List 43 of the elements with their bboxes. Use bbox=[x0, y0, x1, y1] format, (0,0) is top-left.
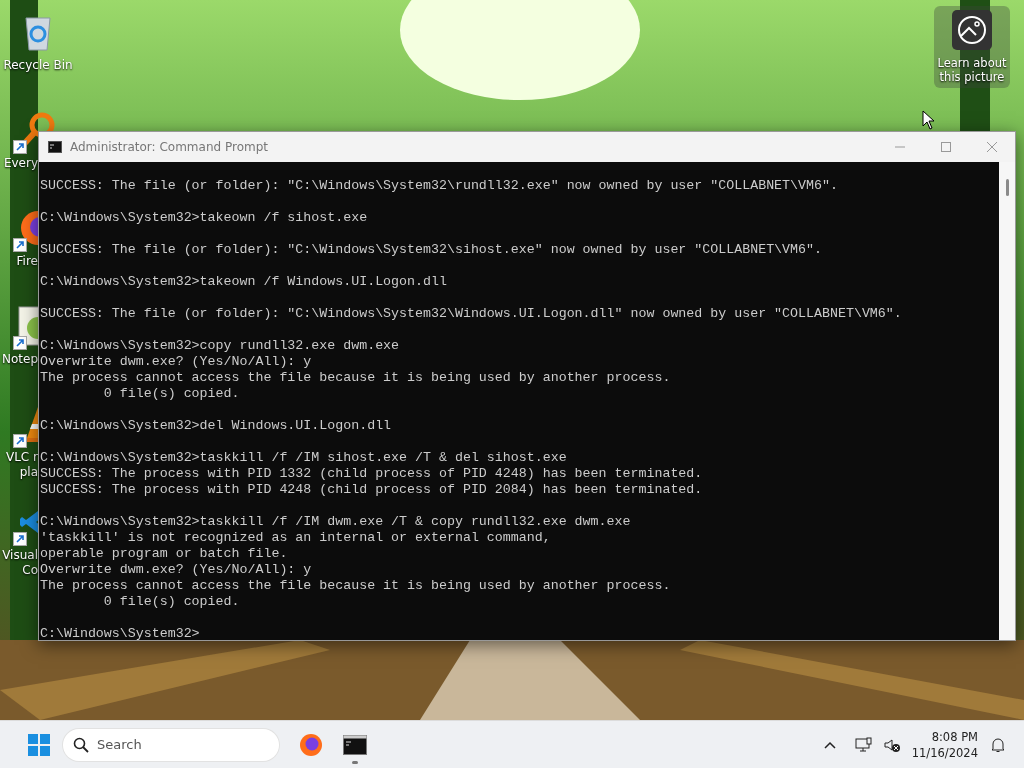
console-line: Overwrite dwm.exe? (Yes/No/All): y bbox=[40, 562, 312, 578]
terminal-icon bbox=[343, 734, 367, 755]
close-icon bbox=[987, 142, 997, 152]
console-line: operable program or batch file. bbox=[40, 546, 288, 562]
icon-label[interactable]: Fire bbox=[0, 254, 38, 269]
console-line: C:\Windows\System32>taskkill /f /IM sihost.exe /T & del sihost.exe bbox=[40, 450, 567, 466]
console-line: SUCCESS: The file (or folder): "C:\Windows\System32\sihost.exe" now owned by user "COLLABNET\VM6". bbox=[40, 242, 822, 258]
fox-globe-icon bbox=[299, 732, 323, 757]
scrollbar-thumb[interactable] bbox=[1006, 179, 1009, 196]
icon-label[interactable]: Every bbox=[0, 156, 38, 171]
console-line: 0 file(s) copied. bbox=[102, 386, 240, 402]
console-line: The process cannot access the file because it is being used by another process. bbox=[40, 370, 671, 386]
console-line: C:\Windows\System32>copy rundll32.exe dwm.exe bbox=[40, 338, 400, 354]
console-line: SUCCESS: The process with PID 4248 (child process of PID 2084) has been terminated. bbox=[40, 482, 703, 498]
console-line: C:\Windows\System32> bbox=[40, 626, 200, 640]
console-line: C:\Windows\System32>del Windows.UI.Logon.dll bbox=[40, 418, 392, 434]
scrollbar[interactable] bbox=[999, 162, 1015, 640]
monitor-icon bbox=[854, 736, 873, 753]
windows-logo-icon bbox=[28, 733, 50, 756]
console-line: C:\Windows\System32>takeown /f Windows.UI.Logon.dll bbox=[40, 274, 447, 290]
console-line: Overwrite dwm.exe? (Yes/No/All): y bbox=[40, 354, 312, 370]
console-line: 0 file(s) copied. bbox=[102, 594, 240, 610]
icon-label[interactable]: Visual Co bbox=[0, 548, 38, 578]
icon-label[interactable]: Notep bbox=[0, 352, 38, 367]
search-field[interactable]: Search bbox=[63, 728, 279, 761]
console-line: 'taskkill' is not recognized as an internal or external command, bbox=[40, 530, 551, 546]
learn-about-picture-button[interactable]: Learn about this picture bbox=[934, 6, 1010, 88]
console-line: C:\Windows\System32>takeown /f sihost.exe bbox=[40, 210, 368, 226]
console-line: SUCCESS: The process with PID 1332 (child process of PID 4248) has been terminated. bbox=[40, 466, 703, 482]
window-title: Administrator: Command Prompt bbox=[70, 140, 269, 154]
search-icon bbox=[73, 736, 89, 753]
terminal-icon bbox=[48, 141, 62, 153]
clock[interactable]: 8:08 PM 11/16/2024 bbox=[905, 728, 984, 761]
console-line: The process cannot access the file because it is being used by another process. bbox=[40, 578, 671, 594]
icon-label[interactable]: VLC r pla bbox=[0, 450, 38, 480]
console-line: SUCCESS: The file (or folder): "C:\Windows\System32\Windows.UI.Logon.dll" now owned by user "COLLABNET\VM6". bbox=[40, 306, 902, 322]
speaker-muted-icon bbox=[882, 736, 901, 753]
maximize-icon bbox=[941, 142, 951, 152]
console-line: SUCCESS: The file (or folder): "C:\Windows\System32\rundll32.exe" now owned by user "COLLABNET\VM6". bbox=[40, 178, 838, 194]
mouse-cursor-icon bbox=[922, 110, 936, 130]
bell-icon bbox=[990, 736, 1006, 753]
console-line: C:\Windows\System32>taskkill /f /IM dwm.exe /T & copy rundll32.exe dwm.exe bbox=[40, 514, 631, 530]
chevron-up-icon bbox=[823, 740, 836, 749]
